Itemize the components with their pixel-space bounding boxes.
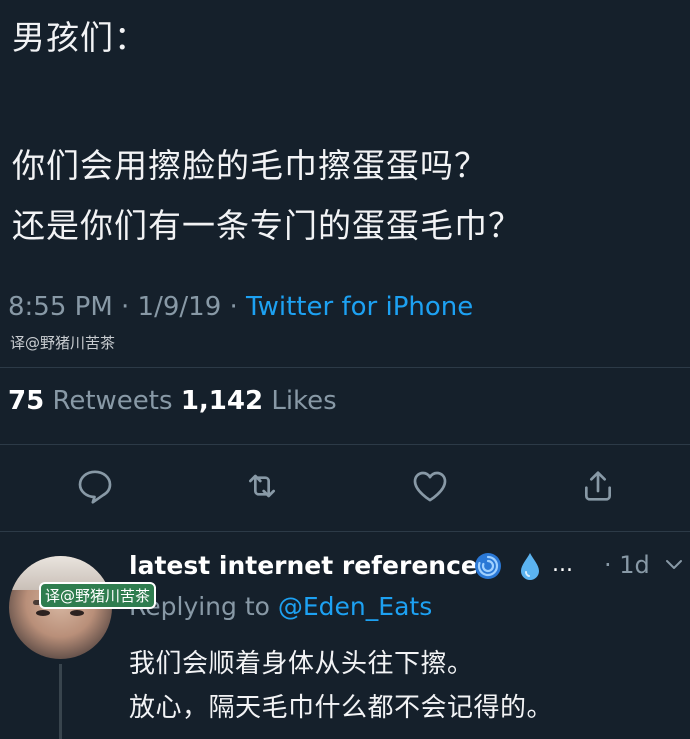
likes-count[interactable]: 1,142 [181, 386, 263, 416]
reply-time: · 1d [604, 551, 650, 579]
thread-line [59, 664, 62, 739]
share-icon [585, 471, 611, 501]
retweets-count[interactable]: 75 [8, 386, 44, 416]
tweet-source-link[interactable]: Twitter for iPhone [246, 292, 473, 322]
tweet-action-bar [0, 460, 690, 516]
tweet-meta: 8:55 PM · 1/9/19 · Twitter for iPhone [8, 292, 473, 322]
divider [0, 531, 690, 532]
reply-text-line1: 我们会顺着身体从头往下擦。 [129, 649, 474, 679]
watermark-badge: 译@野猪川苦茶 [39, 582, 157, 609]
divider [0, 367, 690, 368]
watermark: 译@野猪川苦茶 [10, 334, 116, 352]
reply-text-line2: 放心，隔天毛巾什么都不会记得的。 [129, 693, 554, 723]
tweet-text-line3: 还是你们有一条专门的蛋蛋毛巾？ [12, 206, 522, 245]
divider [0, 444, 690, 445]
replying-to-handle[interactable]: @Eden_Eats [278, 592, 432, 621]
tweet-text-line1: 男孩们： [12, 18, 148, 57]
replying-to: Replying to @Eden_Eats [129, 592, 432, 621]
reply-icon [78, 470, 112, 504]
retweets-label[interactable]: Retweets [52, 386, 172, 416]
cyclone-icon [475, 553, 501, 579]
droplet-icon [521, 553, 539, 580]
chevron-down-icon[interactable] [664, 555, 684, 575]
tweet-stats: 75 Retweets 1,142 Likes [8, 386, 337, 416]
retweet-icon [249, 474, 275, 498]
reply-button[interactable] [73, 460, 117, 512]
reply-author-ellipsis: ... [552, 552, 573, 577]
tweet-timestamp: 8:55 PM · 1/9/19 · [8, 292, 247, 322]
share-button[interactable] [576, 460, 620, 512]
like-icon [413, 471, 447, 502]
reply-author-name[interactable]: latest internet reference [129, 551, 478, 580]
likes-label[interactable]: Likes [271, 386, 336, 416]
tweet-text-line2: 你们会用擦脸的毛巾擦蛋蛋吗？ [12, 146, 488, 185]
retweet-button[interactable] [240, 460, 284, 512]
like-button[interactable] [408, 460, 452, 512]
